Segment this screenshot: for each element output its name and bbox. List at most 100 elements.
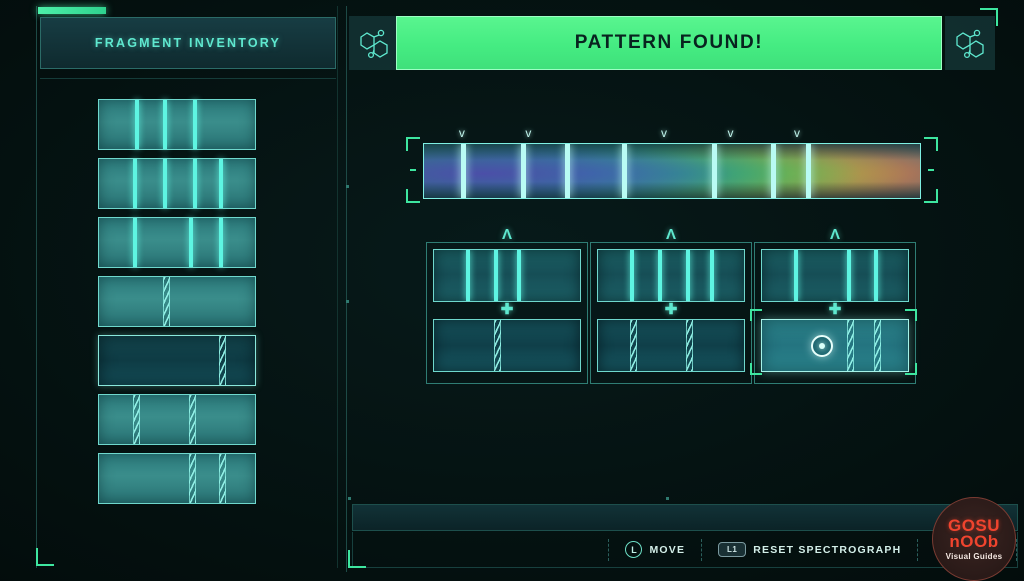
fragment-slot-column[interactable]: ✚	[426, 242, 588, 384]
spectral-line	[162, 159, 167, 208]
hatched-spectral-line	[493, 320, 501, 371]
inventory-item[interactable]	[98, 99, 256, 150]
banner-label: PATTERN FOUND!	[574, 32, 764, 53]
status-banner: PATTERN FOUND!	[396, 16, 942, 70]
hatched-spectral-line	[685, 320, 693, 371]
slot-fragment-top[interactable]	[597, 249, 745, 302]
inventory-list	[98, 99, 256, 512]
spectral-line	[466, 250, 471, 301]
spectral-line	[710, 250, 715, 301]
hatched-spectral-line	[162, 277, 170, 326]
spectral-line	[192, 100, 197, 149]
slot-plus-icon: ✚	[664, 301, 678, 318]
control-hints-bar: LMOVEL1RESET SPECTROGRAPH✕PLACE	[352, 532, 1018, 568]
inventory-divider	[40, 78, 336, 79]
spectral-line	[657, 250, 662, 301]
slot-fragment-bottom[interactable]	[597, 319, 745, 372]
inventory-header: FRAGMENT INVENTORY	[40, 17, 336, 69]
fragment-slot-grid: Λ ✚ Λ ✚ Λ ✚	[426, 226, 926, 384]
slot-fragment-top[interactable]	[761, 249, 909, 302]
hatched-spectral-line	[189, 454, 197, 503]
absorption-line	[461, 144, 467, 198]
panel-accent-bar	[38, 7, 106, 14]
frame-dot-mid-left	[346, 300, 349, 303]
inventory-item[interactable]	[98, 335, 256, 386]
slot-caret: Λ	[665, 226, 677, 243]
spectral-line	[192, 159, 197, 208]
control-hint-move[interactable]: L MOVE	[608, 538, 703, 561]
spectrograph-marker: v	[458, 126, 465, 140]
spectral-line	[189, 218, 194, 267]
spectrograph[interactable]: vvvvv	[406, 127, 938, 213]
slot-fragment-bottom[interactable]	[761, 319, 909, 372]
spectral-line	[630, 250, 635, 301]
inventory-title: FRAGMENT INVENTORY	[94, 36, 282, 50]
molecule-icon-left	[349, 16, 399, 70]
spectral-line	[493, 250, 498, 301]
spectral-line	[794, 250, 799, 301]
hatched-spectral-line	[874, 320, 882, 371]
spectrograph-marker: v	[525, 126, 532, 140]
inventory-item[interactable]	[98, 158, 256, 209]
watermark-sub: nOOb	[949, 531, 999, 551]
hatched-spectral-line	[630, 320, 638, 371]
absorption-line	[622, 144, 628, 198]
watermark-badge: GOSU nOOb Visual Guides	[932, 497, 1016, 581]
slot-plus-icon: ✚	[828, 301, 842, 318]
spectral-line	[162, 100, 167, 149]
spectrograph-marker: v	[794, 126, 801, 140]
watermark-tagline: Visual Guides	[945, 551, 1003, 561]
slot-plus-icon: ✚	[500, 301, 514, 318]
absorption-line	[565, 144, 571, 198]
inventory-item[interactable]	[98, 276, 256, 327]
spectral-line	[133, 159, 138, 208]
spec-corner-br	[924, 189, 938, 203]
frame-dot-left	[348, 497, 351, 500]
spectrograph-strip	[423, 143, 921, 199]
slot-fragment-top[interactable]	[433, 249, 581, 302]
molecule-icon-right	[945, 16, 995, 70]
hatched-spectral-line	[219, 336, 227, 385]
slot-caret: Λ	[501, 226, 513, 243]
spectrograph-marker: v	[661, 126, 668, 140]
hatched-spectral-line	[189, 395, 197, 444]
hatched-spectral-line	[133, 395, 141, 444]
spectral-line	[846, 250, 851, 301]
absorption-line	[771, 144, 777, 198]
game-screen: FRAGMENT INVENTORY PATTERN FOUND! v v v …	[0, 0, 1024, 581]
hatched-spectral-line	[846, 320, 854, 371]
watermark-main: GOSU	[947, 515, 1001, 535]
spectral-line	[219, 159, 224, 208]
frame-dot-upper-left	[346, 185, 349, 188]
control-hint-label: MOVE	[649, 543, 686, 556]
spectral-line	[874, 250, 879, 301]
inventory-item[interactable]	[98, 394, 256, 445]
spectral-line	[219, 218, 224, 267]
inventory-item[interactable]	[98, 453, 256, 504]
fragment-slot-column[interactable]: ✚	[750, 242, 917, 384]
button-glyph-move-icon: L	[625, 541, 643, 558]
absorption-line	[711, 144, 717, 198]
absorption-line	[805, 144, 811, 198]
spectrograph-marker: v	[727, 126, 734, 140]
info-bar: CONTR	[352, 504, 1018, 531]
button-glyph-reset-icon: L1	[718, 542, 747, 557]
spectral-line	[517, 250, 522, 301]
spectral-line	[685, 250, 690, 301]
fragment-slot-column[interactable]: ✚	[590, 242, 752, 384]
frame-dot-center	[666, 497, 669, 500]
inventory-item[interactable]	[98, 217, 256, 268]
spectrograph-markers: vvvvv	[406, 127, 938, 141]
control-hint-label: RESET SPECTROGRAPH	[753, 543, 902, 556]
slot-fragment-bottom[interactable]	[433, 319, 581, 372]
hatched-spectral-line	[219, 454, 227, 503]
slot-caret: Λ	[829, 226, 841, 243]
spec-tick-left	[410, 169, 416, 171]
selection-cursor[interactable]	[810, 334, 833, 357]
spec-tick-right	[928, 169, 934, 171]
spectral-line	[133, 218, 138, 267]
absorption-line	[520, 144, 526, 198]
spec-corner-bl	[406, 189, 420, 203]
control-hint-reset[interactable]: L1 RESET SPECTROGRAPH	[702, 538, 919, 561]
spectral-line	[134, 100, 139, 149]
